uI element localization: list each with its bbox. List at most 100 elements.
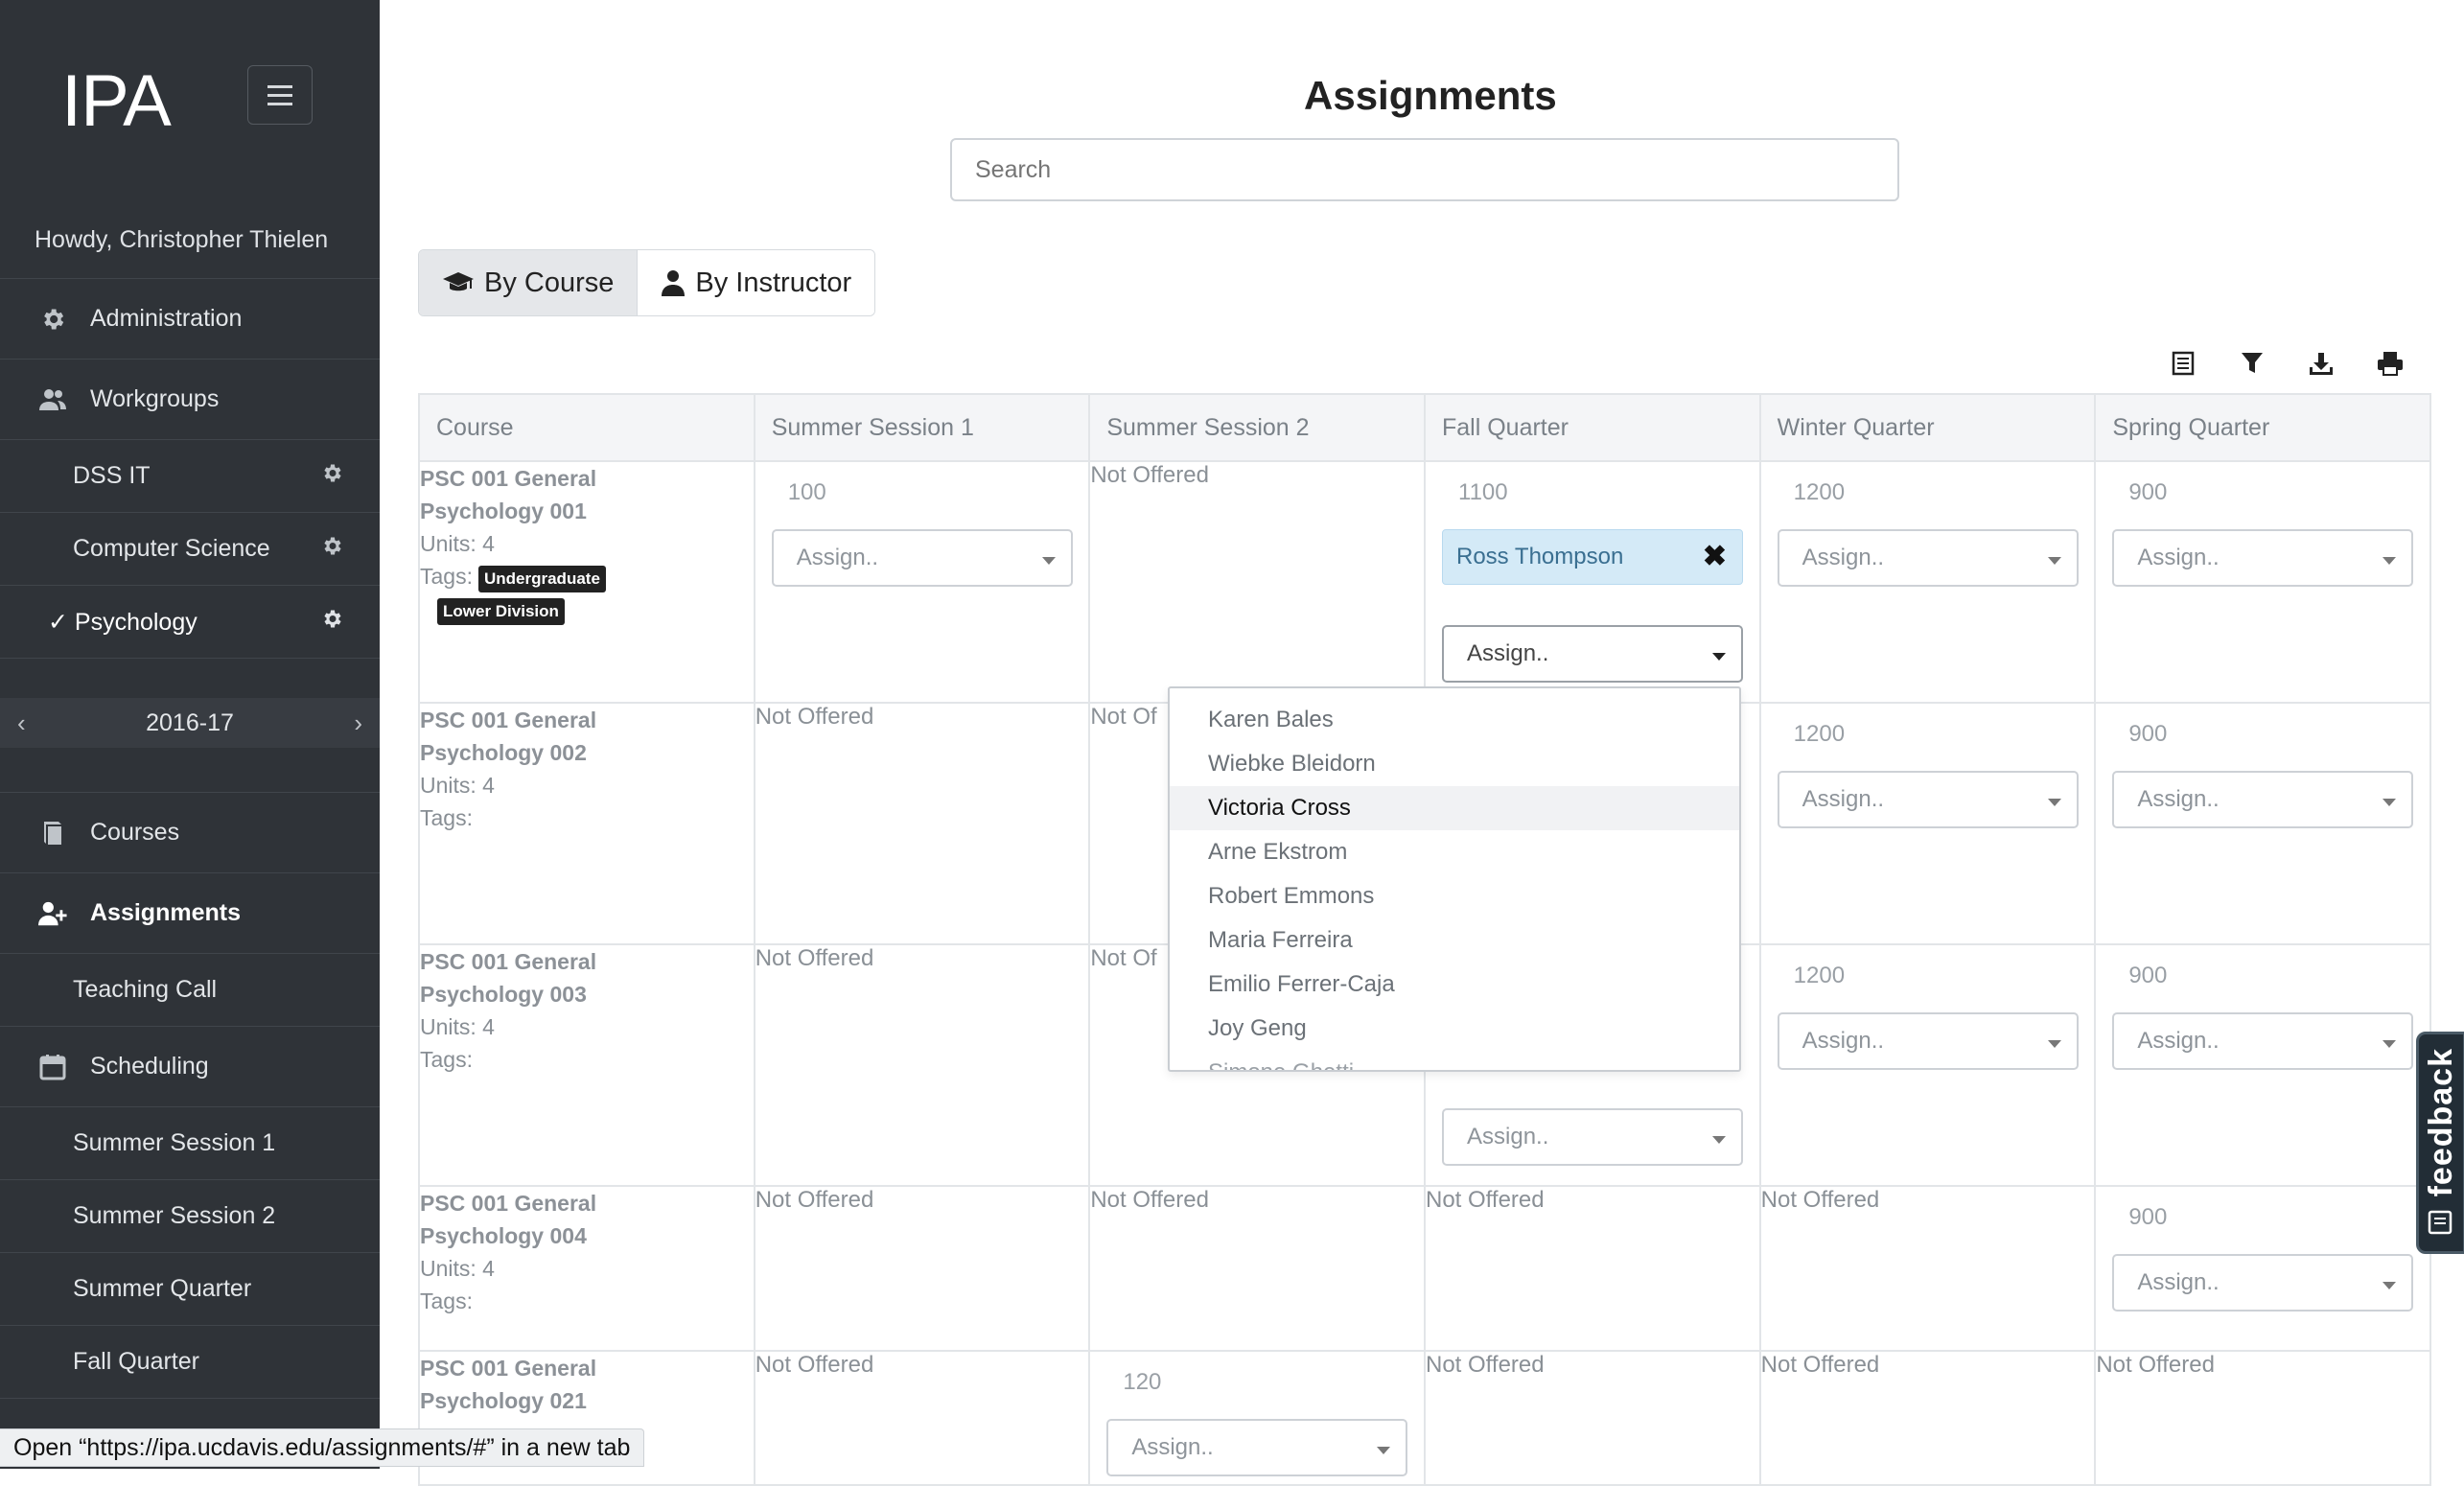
sidebar-item-summer-session-1[interactable]: Summer Session 1 — [0, 1106, 380, 1179]
caret-down-icon — [2047, 1040, 2061, 1048]
term-cell: Not Offered — [1424, 1185, 1761, 1352]
sidebar-item-scheduling[interactable]: Scheduling — [0, 1026, 380, 1106]
user-plus-icon — [38, 899, 67, 928]
enrollment-count: 1100 — [1458, 479, 1508, 505]
menu-toggle-button[interactable] — [247, 65, 313, 125]
tag-badge: Lower Division — [437, 598, 565, 625]
sidebar-item-label: DSS IT — [73, 462, 151, 489]
sidebar-item-workgroups[interactable]: Workgroups — [0, 359, 380, 439]
dropdown-option[interactable]: Simone Ghetti — [1170, 1051, 1739, 1070]
sidebar-item-label: Fall Quarter — [73, 1348, 199, 1375]
dropdown-option[interactable]: Karen Bales — [1170, 698, 1739, 742]
term-cell: Not Offered — [1088, 460, 1426, 704]
course-name: PSC 001 General — [420, 1191, 597, 1216]
hamburger-icon — [267, 82, 292, 108]
browser-status-bar: Open “https://ipa.ucdavis.edu/assignment… — [0, 1428, 645, 1467]
sidebar-item-fall-quarter[interactable]: Fall Quarter — [0, 1325, 380, 1398]
sidebar-item-psychology[interactable]: ✓ Psychology — [0, 585, 380, 658]
enrollment-count: 1200 — [1793, 479, 1846, 505]
tags-label: Tags: — [420, 805, 473, 830]
dropdown-option[interactable]: Emilio Ferrer-Caja — [1170, 963, 1739, 1007]
table-row: PSC 001 General Psychology 004 Units: 4 … — [418, 1185, 2431, 1352]
graduation-cap-icon — [442, 270, 475, 295]
close-icon[interactable]: ✖ — [1703, 543, 1727, 571]
gear-icon[interactable] — [320, 607, 343, 637]
dropdown-option-highlighted[interactable]: Victoria Cross — [1170, 786, 1739, 830]
enrollment-count: 1200 — [1793, 963, 1846, 988]
term-cell: Not Offered — [1424, 1350, 1761, 1486]
sidebar-item-courses[interactable]: Courses — [0, 792, 380, 872]
assign-placeholder: Assign.. — [2137, 1269, 2220, 1295]
view-toggle: By Course By Instructor — [418, 249, 876, 316]
term-cell: 1200 Assign.. — [1758, 702, 2097, 945]
term-cell: 1200 Assign.. — [1758, 943, 2097, 1187]
course-name: Psychology 003 — [420, 982, 587, 1007]
assign-dropdown[interactable]: Assign.. — [1442, 1108, 1743, 1166]
assign-dropdown[interactable]: Assign.. — [2112, 529, 2414, 587]
column-header-summer-session-1: Summer Session 1 — [753, 393, 1091, 462]
gear-icon[interactable] — [320, 534, 343, 564]
assign-dropdown[interactable]: Assign.. — [2112, 1254, 2414, 1312]
sidebar-item-label: Courses — [90, 819, 180, 846]
assign-placeholder: Assign.. — [1131, 1434, 1214, 1460]
tag-badge: Undergraduate — [477, 566, 606, 592]
sidebar-item-teaching-call[interactable]: Teaching Call — [0, 953, 380, 1026]
assign-placeholder: Assign.. — [2137, 1028, 2220, 1054]
dropdown-option[interactable]: Robert Emmons — [1170, 874, 1739, 918]
search-input[interactable] — [950, 138, 1899, 201]
course-units: Units: 4 — [420, 1256, 495, 1281]
sidebar-item-label: Summer Session 1 — [73, 1129, 276, 1156]
download-icon[interactable] — [2305, 347, 2337, 380]
course-name: PSC 001 General — [420, 466, 597, 491]
sidebar-item-label: Summer Quarter — [73, 1275, 252, 1302]
dropdown-option[interactable]: Maria Ferreira — [1170, 918, 1739, 963]
print-icon[interactable] — [2374, 347, 2406, 380]
instructor-name: Ross Thompson — [1456, 544, 1624, 569]
course-name: PSC 001 General — [420, 949, 597, 974]
course-cell: PSC 001 General Psychology 002 Units: 4 … — [418, 702, 755, 945]
term-cell: Not Offered — [753, 1350, 1091, 1486]
term-cell: Not Offered — [2094, 1350, 2431, 1486]
assign-dropdown[interactable]: Assign.. — [771, 529, 1073, 587]
assign-dropdown-open[interactable]: Assign.. — [1442, 625, 1743, 683]
term-cell: 1100 Ross Thompson ✖ Assign.. — [1424, 460, 1761, 704]
sidebar-item-dss-it[interactable]: DSS IT — [0, 439, 380, 512]
term-cell: 900 Assign.. — [2094, 1185, 2431, 1352]
by-course-label: By Course — [484, 267, 615, 298]
term-cell: 100 Assign.. — [753, 460, 1091, 704]
app-logo[interactable]: IPA — [61, 59, 172, 143]
caret-down-icon — [2383, 1040, 2397, 1048]
sidebar-item-summer-quarter[interactable]: Summer Quarter — [0, 1252, 380, 1325]
sidebar-item-assignments[interactable]: Assignments — [0, 872, 380, 953]
sidebar-item-label: Teaching Call — [73, 976, 218, 1003]
user-icon — [661, 269, 686, 296]
calendar-icon — [38, 1053, 67, 1081]
by-instructor-button[interactable]: By Instructor — [638, 250, 875, 315]
gear-icon[interactable] — [320, 461, 343, 491]
feedback-tab[interactable]: feedback — [2416, 1032, 2464, 1254]
assign-dropdown[interactable]: Assign.. — [2112, 1012, 2414, 1070]
assign-dropdown[interactable]: Assign.. — [1777, 529, 2079, 587]
list-icon[interactable] — [2167, 347, 2199, 380]
by-course-button[interactable]: By Course — [419, 250, 639, 315]
dropdown-option[interactable]: Joy Geng — [1170, 1007, 1739, 1051]
sidebar-item-label: Assignments — [90, 899, 241, 926]
caret-down-icon — [1712, 653, 1726, 661]
assigned-instructor-chip: Ross Thompson ✖ — [1442, 529, 1743, 585]
chevron-left-icon[interactable]: ‹ — [0, 708, 43, 738]
assign-dropdown[interactable]: Assign.. — [1777, 1012, 2079, 1070]
assign-dropdown[interactable]: Assign.. — [1777, 771, 2079, 828]
caret-down-icon — [2047, 799, 2061, 806]
dropdown-option[interactable]: Arne Ekstrom — [1170, 830, 1739, 874]
instructor-dropdown-list: Karen Bales Wiebke Bleidorn Victoria Cro… — [1168, 686, 1741, 1072]
table-header-row: Course Summer Session 1 Summer Session 2… — [418, 393, 2431, 462]
filter-icon[interactable] — [2236, 347, 2268, 380]
assign-dropdown[interactable]: Assign.. — [1106, 1419, 1408, 1476]
sidebar-item-computer-science[interactable]: Computer Science — [0, 512, 380, 585]
sidebar-item-summer-session-2[interactable]: Summer Session 2 — [0, 1179, 380, 1252]
assign-dropdown[interactable]: Assign.. — [2112, 771, 2414, 828]
chevron-right-icon[interactable]: › — [337, 708, 380, 738]
dropdown-option[interactable]: Wiebke Bleidorn — [1170, 742, 1739, 786]
caret-down-icon — [2383, 799, 2397, 806]
sidebar-item-administration[interactable]: Administration — [0, 278, 380, 359]
